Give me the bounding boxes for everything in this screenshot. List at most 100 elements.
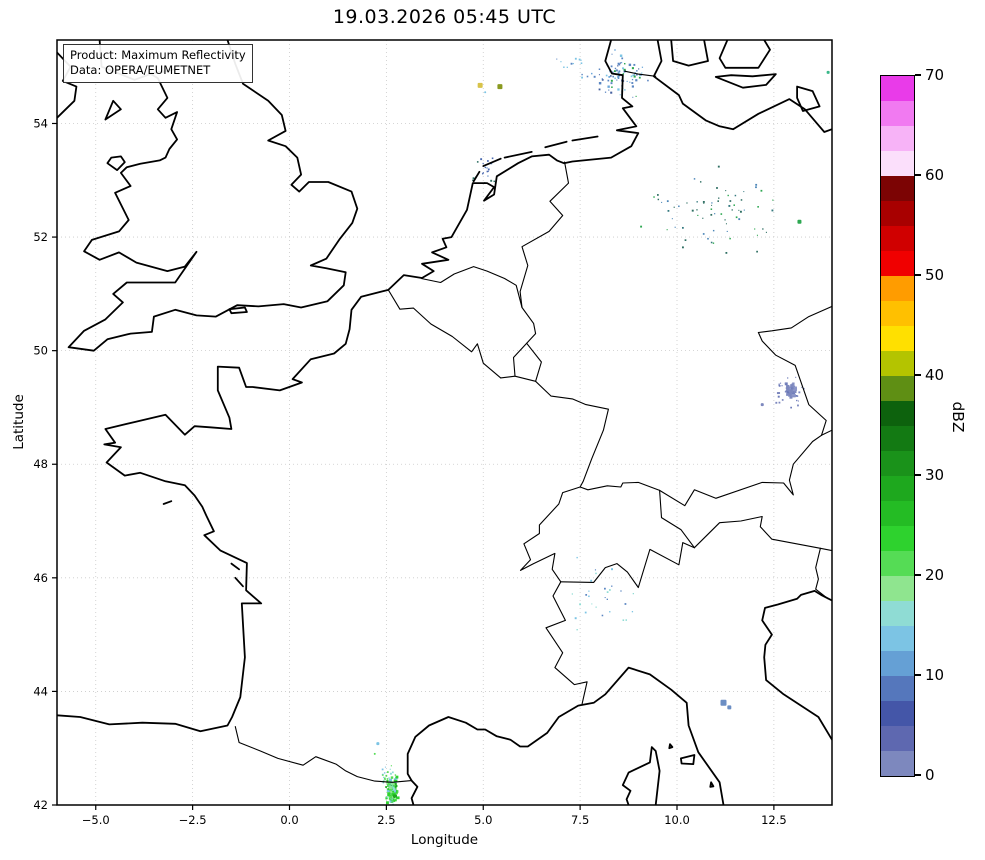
echo-dot-north-sea-cyan: [484, 91, 486, 93]
colorbar-tick-label: 60: [925, 168, 944, 183]
x-tick-label: 10.0: [664, 813, 690, 827]
echo-dot-aude-speck-2: [374, 753, 376, 755]
echo-dot-bavaria-speck: [761, 403, 764, 406]
colorbar-tick-label: 0: [925, 768, 935, 783]
colorbar: [880, 75, 915, 777]
colorbar-segment: [881, 576, 914, 601]
colorbar-tick-label: 10: [925, 668, 944, 683]
radar-figure: −5.0−2.50.02.55.07.510.012.5424446485052…: [0, 0, 985, 860]
echo-dot-baltic-teal: [827, 71, 830, 74]
x-tick-label: 0.0: [280, 813, 298, 827]
echo-cluster-czech-border-blob: [785, 382, 797, 398]
colorbar-tick: [915, 174, 921, 175]
colorbar-segment: [881, 151, 914, 176]
colorbar-tick: [915, 774, 921, 775]
colorbar-segment: [881, 726, 914, 751]
colorbar-segment: [881, 701, 914, 726]
colorbar-segment: [881, 476, 914, 501]
x-tick-label: 5.0: [474, 813, 492, 827]
coastline-giglio: [710, 782, 713, 787]
country-border-france-germany: [536, 381, 609, 487]
coastline-isle-of-man: [105, 101, 121, 120]
echo-dot-tuscany-arc-2: [727, 705, 731, 709]
colorbar-segment: [881, 501, 914, 526]
coastline-wadden-4: [545, 142, 566, 148]
colorbar-segment: [881, 601, 914, 626]
product-info-line2: Data: OPERA/EUMETNET: [70, 63, 246, 78]
coastline-capraia: [669, 744, 672, 748]
colorbar-segment: [881, 76, 914, 101]
colorbar-segment: [881, 326, 914, 351]
country-border-france-belgium: [388, 290, 500, 378]
country-borders: [235, 71, 832, 782]
colorbar-segment: [881, 551, 914, 576]
colorbar-segment: [881, 176, 914, 201]
coastline-belle-ile: [164, 501, 172, 504]
coastline-corsica: [623, 747, 660, 805]
colorbar-segment: [881, 251, 914, 276]
country-border-switzerland-italy: [561, 543, 695, 588]
colorbar-tick: [915, 574, 921, 575]
echo-dot-aude-speck-1: [376, 742, 379, 745]
product-info-line1: Product: Maximum Reflectivity: [70, 48, 246, 63]
colorbar-segment: [881, 101, 914, 126]
echo-cluster-north-sea-top-speckles: [556, 58, 582, 68]
country-border-netherlands-germany: [520, 162, 568, 307]
coastline-wadden-5: [572, 137, 597, 141]
colorbar-tick: [915, 374, 921, 375]
colorbar-segment: [881, 126, 914, 151]
product-info-box: Product: Maximum Reflectivity Data: OPER…: [63, 44, 253, 83]
x-axis-label: Longitude: [57, 832, 832, 848]
country-border-france-italy: [546, 582, 587, 704]
radar-echoes: [374, 49, 830, 808]
colorbar-segment: [881, 651, 914, 676]
x-tick-label: 12.5: [761, 813, 787, 827]
x-tick-label: 2.5: [377, 813, 395, 827]
colorbar-segment: [881, 451, 914, 476]
coastline-ile-de-re: [231, 564, 239, 570]
echo-dot-north-sea-yellow-2: [497, 84, 502, 89]
coastline-ruegen: [797, 87, 820, 111]
country-border-spain-france: [235, 727, 411, 783]
y-axis-label: Latitude: [11, 367, 27, 477]
coastline-continental-north-sea-atlantic: [57, 40, 638, 731]
colorbar-tick: [915, 74, 921, 75]
coastline-wadden-2: [483, 159, 500, 166]
colorbar-segment: [881, 226, 914, 251]
country-border-luxembourg: [514, 343, 542, 381]
colorbar-segment: [881, 751, 914, 776]
axis-ticks: −5.0−2.50.02.55.07.510.012.5424446485052…: [33, 116, 786, 827]
coastline-jutland-east-baltic: [654, 40, 832, 132]
echo-dot-brandenburg-green: [797, 220, 801, 224]
colorbar-tick-label: 40: [925, 368, 944, 383]
coastline-zealand: [720, 40, 770, 68]
y-tick-label: 52: [33, 230, 48, 244]
echo-cluster-pyrenees-core: [385, 773, 399, 808]
coastline-elba: [681, 755, 695, 764]
coastline-adriatic-italy: [762, 591, 832, 740]
y-tick-label: 54: [33, 116, 48, 130]
colorbar-segment: [881, 351, 914, 376]
colorbar-tick-label: 20: [925, 568, 944, 583]
echo-dot-tuscany-arc-1: [721, 700, 727, 706]
colorbar-tick-label: 30: [925, 468, 944, 483]
colorbar-tick: [915, 674, 921, 675]
coastline-isle-of-wight: [229, 308, 247, 314]
colorbar-tick-label: 70: [925, 68, 944, 83]
country-border-belgium-netherlands: [421, 267, 522, 308]
coastline-wadden-3: [505, 152, 532, 158]
country-border-switzerland-germany: [580, 482, 660, 490]
colorbar-tick-label: 50: [925, 268, 944, 283]
y-tick-label: 48: [33, 457, 48, 471]
x-tick-label: 7.5: [571, 813, 589, 827]
figure-title: 19.03.2026 05:45 UTC: [57, 6, 832, 28]
coastline-oleron: [235, 578, 243, 587]
colorbar-segment: [881, 201, 914, 226]
country-border-czechia-north: [758, 306, 832, 332]
x-tick-label: −2.5: [179, 813, 207, 827]
country-border-austria-germany: [660, 435, 822, 505]
country-border-france-switzerland: [521, 487, 581, 582]
coastline-anglesey: [107, 156, 124, 170]
colorbar-segment: [881, 376, 914, 401]
y-tick-label: 42: [33, 798, 48, 812]
